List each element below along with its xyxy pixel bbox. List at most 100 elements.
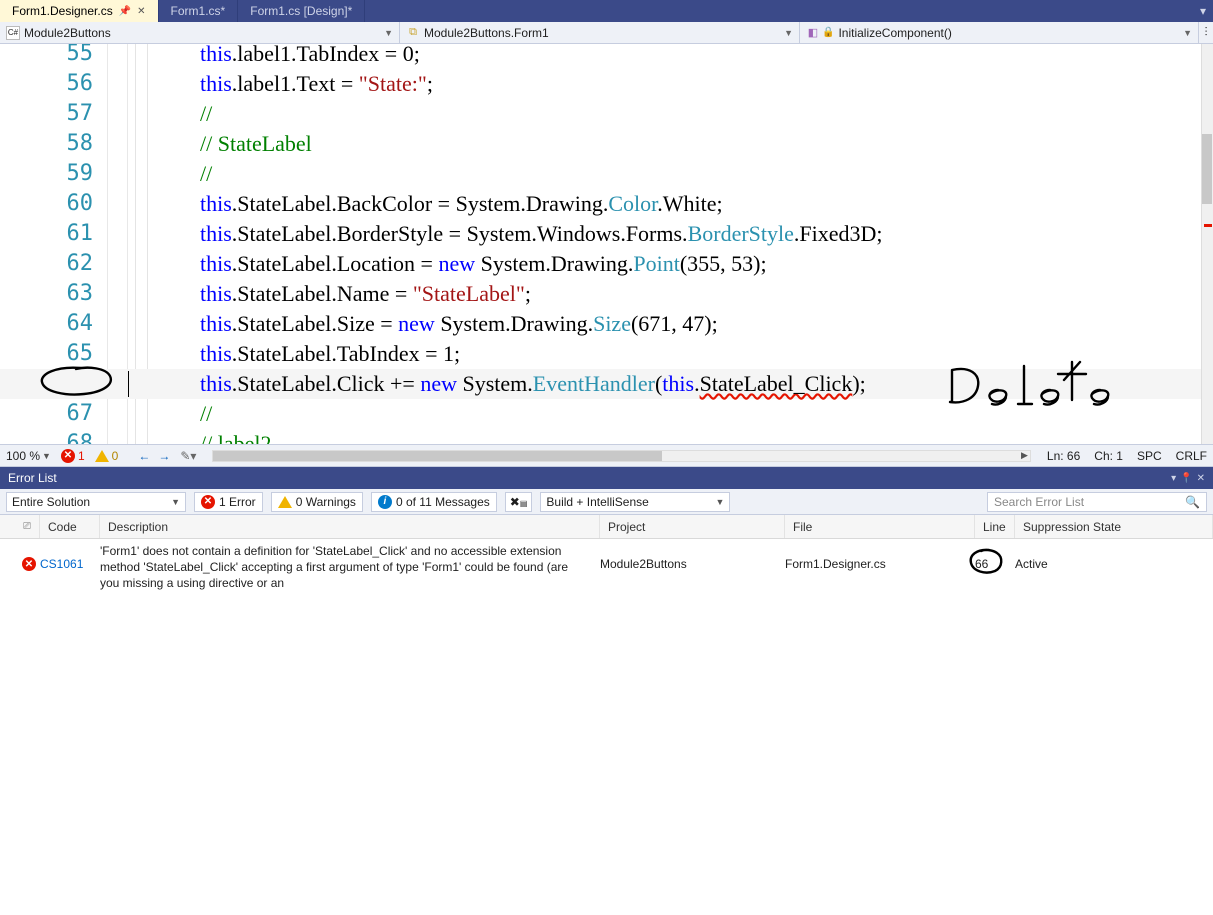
code-line[interactable]: // label2 bbox=[200, 429, 271, 445]
col-project[interactable]: Project bbox=[600, 515, 785, 538]
error-icon: ✕ bbox=[201, 495, 215, 509]
nav-class-dropdown[interactable]: ⧉ Module2Buttons.Form1 ▼ bbox=[400, 22, 800, 43]
col-file[interactable]: File bbox=[785, 515, 975, 538]
line-number[interactable]: 67 bbox=[67, 399, 94, 429]
search-error-list[interactable]: Search Error List 🔍 bbox=[987, 492, 1207, 512]
scope-dropdown[interactable]: Entire Solution▼ bbox=[6, 492, 186, 512]
nav-fwd-icon[interactable]: → bbox=[158, 449, 170, 463]
col-code[interactable]: Code bbox=[40, 515, 100, 538]
line-number[interactable]: 55 bbox=[67, 44, 94, 69]
tab-overflow-menu[interactable]: ▾ bbox=[1193, 0, 1213, 22]
chevron-down-icon: ▼ bbox=[784, 28, 793, 38]
nav-member-label: InitializeComponent() bbox=[838, 26, 951, 40]
annotation-circle-line-cell bbox=[967, 547, 1005, 577]
nav-member-dropdown[interactable]: ◧ 🔒 InitializeComponent() ▼ bbox=[800, 22, 1199, 43]
nav-back-icon[interactable]: ← bbox=[138, 449, 150, 463]
pin-icon[interactable]: 📌 bbox=[119, 6, 131, 17]
tab-spacer bbox=[365, 0, 1193, 22]
tab-label: Form1.cs* bbox=[171, 4, 226, 18]
zoom-combo[interactable]: 100 % ▼ bbox=[6, 449, 51, 463]
chevron-down-icon: ▼ bbox=[1183, 28, 1192, 38]
col-suppression[interactable]: Suppression State bbox=[1015, 515, 1213, 538]
hscroll-thumb[interactable] bbox=[213, 451, 662, 461]
build-intellisense-dropdown[interactable]: Build + IntelliSense▼ bbox=[540, 492, 730, 512]
clear-filter-button[interactable]: ✖▤ bbox=[505, 492, 533, 512]
col-line[interactable]: Line bbox=[975, 515, 1015, 538]
warnings-filter-button[interactable]: 0 Warnings bbox=[271, 492, 363, 512]
line-number[interactable]: 59 bbox=[67, 159, 94, 189]
error-icon: ✕ bbox=[61, 449, 75, 463]
quick-actions-icon[interactable]: ✎▾ bbox=[180, 449, 196, 463]
code-line[interactable]: // bbox=[200, 99, 218, 129]
error-marker[interactable] bbox=[1204, 224, 1212, 227]
code-line[interactable]: this.StateLabel.TabIndex = 1; bbox=[200, 339, 460, 369]
error-list-toolbar: Entire Solution▼ ✕ 1 Error 0 Warnings i … bbox=[0, 489, 1213, 515]
code-line[interactable]: this.label1.Text = "State:"; bbox=[200, 69, 433, 99]
nav-project-dropdown[interactable]: C# Module2Buttons ▼ bbox=[0, 22, 400, 43]
document-tab-strip: Form1.Designer.cs 📌 ✕ Form1.cs* Form1.cs… bbox=[0, 0, 1213, 22]
messages-filter-button[interactable]: i 0 of 11 Messages bbox=[371, 492, 497, 512]
filter-icon: ✖▤ bbox=[510, 495, 528, 509]
text-caret bbox=[128, 371, 129, 397]
close-icon[interactable]: ✕ bbox=[137, 6, 145, 17]
nav-split-button[interactable]: ⫶ bbox=[1199, 22, 1213, 43]
code-line[interactable]: this.StateLabel.Name = "StateLabel"; bbox=[200, 279, 531, 309]
caret-line: Ln: 66 bbox=[1047, 449, 1080, 463]
code-line[interactable]: this.StateLabel.Size = new System.Drawin… bbox=[200, 309, 718, 339]
line-ending[interactable]: CRLF bbox=[1176, 449, 1207, 463]
code-line[interactable]: this.label1.TabIndex = 0; bbox=[200, 44, 420, 69]
vertical-scrollbar[interactable] bbox=[1201, 44, 1213, 444]
tab-form1-design[interactable]: Form1.cs [Design]* bbox=[238, 0, 365, 22]
error-list-title-bar[interactable]: Error List ▾ 📍 ✕ bbox=[0, 467, 1213, 489]
warning-icon bbox=[95, 450, 109, 462]
nav-class-label: Module2Buttons.Form1 bbox=[424, 26, 549, 40]
grid-header[interactable]: ⎚ Code Description Project File Line Sup… bbox=[0, 515, 1213, 539]
horizontal-scrollbar[interactable]: ◀ ▶ bbox=[212, 450, 1031, 462]
indent-mode[interactable]: SPC bbox=[1137, 449, 1162, 463]
csharp-icon: C# bbox=[6, 26, 20, 40]
line-number[interactable]: 58 bbox=[67, 129, 94, 159]
code-text-area[interactable]: this.label1.TabIndex = 0;this.label1.Tex… bbox=[160, 44, 1201, 444]
tab-label: Form1.cs [Design]* bbox=[250, 4, 352, 18]
warning-count[interactable]: 0 bbox=[95, 449, 119, 463]
code-line[interactable]: this.StateLabel.Click += new System.Even… bbox=[200, 369, 866, 399]
code-line[interactable]: // bbox=[200, 159, 218, 189]
code-editor[interactable]: 5556575859606162636465666768697071727374… bbox=[0, 44, 1213, 445]
lock-icon: 🔒 bbox=[822, 27, 834, 38]
search-placeholder: Search Error List bbox=[994, 495, 1084, 509]
code-line[interactable]: this.StateLabel.BackColor = System.Drawi… bbox=[200, 189, 723, 219]
line-number[interactable]: 63 bbox=[67, 279, 94, 309]
code-line[interactable]: this.StateLabel.BorderStyle = System.Win… bbox=[200, 219, 883, 249]
col-description[interactable]: Description bbox=[100, 515, 600, 538]
scroll-thumb[interactable] bbox=[1202, 134, 1212, 204]
code-line[interactable]: // bbox=[200, 399, 218, 429]
search-icon: 🔍 bbox=[1185, 495, 1200, 509]
error-row[interactable]: ✕ CS1061 'Form1' does not contain a defi… bbox=[0, 539, 1213, 595]
error-file: Form1.Designer.cs bbox=[785, 543, 975, 571]
line-number[interactable]: 68 bbox=[67, 429, 94, 445]
line-number[interactable]: 61 bbox=[67, 219, 94, 249]
line-number[interactable]: 57 bbox=[67, 99, 94, 129]
line-number[interactable]: 56 bbox=[67, 69, 94, 99]
navigation-bar: C# Module2Buttons ▼ ⧉ Module2Buttons.For… bbox=[0, 22, 1213, 44]
zoom-label: 100 % bbox=[6, 449, 40, 463]
error-list-grid[interactable]: ⎚ Code Description Project File Line Sup… bbox=[0, 515, 1213, 915]
error-count[interactable]: ✕ 1 bbox=[61, 449, 85, 463]
panel-close-icon[interactable]: ✕ bbox=[1197, 473, 1205, 484]
tab-form1-cs[interactable]: Form1.cs* bbox=[159, 0, 239, 22]
error-code[interactable]: CS1061 bbox=[40, 543, 100, 571]
code-line[interactable]: // StateLabel bbox=[200, 129, 312, 159]
code-line[interactable]: this.StateLabel.Location = new System.Dr… bbox=[200, 249, 767, 279]
nav-project-label: Module2Buttons bbox=[24, 26, 111, 40]
line-number[interactable]: 62 bbox=[67, 249, 94, 279]
warning-icon bbox=[278, 496, 292, 508]
panel-menu-icon[interactable]: ▾ bbox=[1171, 473, 1176, 484]
tab-form1-designer[interactable]: Form1.Designer.cs 📌 ✕ bbox=[0, 0, 159, 22]
grouping-icon[interactable]: ⎚ bbox=[23, 521, 31, 532]
line-number[interactable]: 60 bbox=[67, 189, 94, 219]
line-number[interactable]: 64 bbox=[67, 309, 94, 339]
panel-pin-icon[interactable]: 📍 bbox=[1180, 473, 1192, 484]
errors-filter-button[interactable]: ✕ 1 Error bbox=[194, 492, 263, 512]
panel-title-text: Error List bbox=[8, 471, 57, 485]
line-number[interactable]: 65 bbox=[67, 339, 94, 369]
